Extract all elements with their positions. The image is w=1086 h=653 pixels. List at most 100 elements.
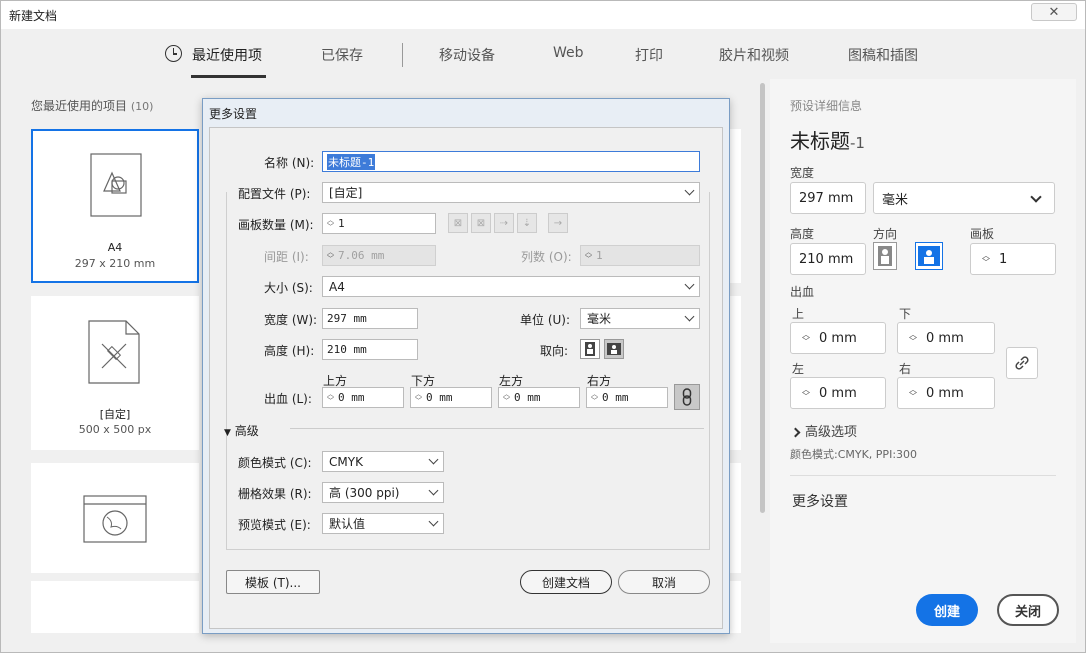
portrait-icon [878,246,892,266]
link-bleed-button[interactable] [674,384,700,410]
recent-item[interactable] [31,581,199,633]
width-field[interactable]: 297 mm [790,182,866,214]
dialog-body: 名称 (N): 未标题-1 配置文件 (P): [自定] 画板数量 (M): ︿… [209,127,723,629]
custom-document-icon [88,320,140,384]
stepper-icon[interactable]: ︿ ﹀ [799,382,813,404]
recent-count: (10) [130,100,154,113]
recent-items-scrollbar[interactable] [760,83,765,513]
bleed-right-input[interactable]: ︿ ﹀ 0 mm [586,387,668,408]
item-name: A4 [107,241,123,254]
template-button[interactable]: 模板 (T)... [226,570,320,594]
bleed-right-label: 右 [899,362,912,376]
name-label: 名称 (N): [264,156,315,170]
unit-select[interactable]: 毫米 [873,182,1055,214]
recent-item-web[interactable] [31,463,199,573]
cancel-button[interactable]: 取消 [618,570,710,594]
chevron-down-icon [428,485,439,496]
window-close-button[interactable]: ✕ [1031,3,1077,21]
size-label: 大小 (S): [264,281,313,295]
more-settings-link[interactable]: 更多设置 [792,491,848,511]
tab-saved[interactable]: 已保存 [321,45,363,65]
spacing-input: ︿ ﹀ 7.06 mm [322,245,436,266]
tab-film-video[interactable]: 胶片和视频 [719,45,789,65]
create-document-button[interactable]: 创建文档 [520,570,612,594]
item-name: [自定] [99,408,131,421]
raster-effects-select[interactable]: 高 (300 ppi) [322,482,444,503]
orientation-label: 取向: [540,344,569,358]
tab-recent[interactable]: 最近使用项 [192,45,262,65]
tab-mobile[interactable]: 移动设备 [439,45,495,65]
more-settings-dialog: 更多设置 名称 (N): 未标题-1 配置文件 (P): [自定] 画板数量 (… [202,98,730,634]
item-size: 500 x 500 px [78,423,152,436]
recent-item-a4[interactable]: A4 297 x 210 mm [31,129,199,283]
landscape-icon [918,246,940,266]
document-name[interactable]: 未标题-1 [790,125,865,154]
portrait-icon [585,342,595,356]
stepper-icon: ︿ ﹀ [327,247,334,263]
bleed-top-input[interactable]: ︿ ﹀ 0 mm [322,387,404,408]
window-title: 新建文档 [9,9,58,23]
height-label: 高度 (H): [264,344,315,358]
bleed-top-field[interactable]: ︿ ﹀ 0 mm [790,322,886,354]
title-bar: 新建文档 ✕ [1,1,1085,29]
section-separator [290,428,704,429]
tab-art-illustration[interactable]: 图稿和插图 [848,45,918,65]
bleed-left-input[interactable]: ︿ ﹀ 0 mm [498,387,580,408]
size-select[interactable]: A4 [322,276,700,297]
artboard-count-input[interactable]: ︿ ﹀ 1 [322,213,436,234]
color-mode-info: 颜色模式:CMYK, PPI:300 [790,448,918,461]
unit-label: 单位 (U): [520,313,571,327]
spacing-label: 间距 (I): [264,250,309,264]
portrait-button[interactable] [873,242,897,270]
recent-items-heading: 您最近使用的项目 (10) [31,99,154,113]
color-mode-select[interactable]: CMYK [322,451,444,472]
unit-select[interactable]: 毫米 [580,308,700,329]
bleed-bottom-input[interactable]: ︿ ﹀ 0 mm [410,387,492,408]
stepper-icon[interactable]: ︿ ﹀ [591,390,598,405]
artboard-count-field[interactable]: ︿ ﹀ 1 [970,243,1056,275]
stepper-icon[interactable]: ︿ ﹀ [503,390,510,405]
arrange-by-row-icon: ⇢ [494,213,514,233]
landscape-button[interactable] [915,242,943,270]
bleed-label: 出血 (L): [264,392,312,406]
recent-item-custom[interactable]: [自定] 500 x 500 px [31,296,199,450]
bleed-label: 出血 [790,285,815,299]
right-to-left-icon: → [548,213,568,233]
stepper-icon[interactable]: ︿ ﹀ [415,390,422,405]
stepper-icon[interactable]: ︿ ﹀ [327,216,334,231]
width-input[interactable]: 297 mm [322,308,418,329]
stepper-icon[interactable]: ︿ ﹀ [799,327,813,349]
tab-web[interactable]: Web [553,45,584,61]
orientation-label: 方向 [873,227,898,241]
stepper-icon[interactable]: ︿ ﹀ [906,382,920,404]
height-input[interactable]: 210 mm [322,339,418,360]
chain-link-icon [682,388,692,406]
advanced-options-toggle[interactable]: 高级选项 [790,421,857,440]
name-input[interactable]: 未标题-1 [322,151,700,172]
width-label: 宽度 (W): [264,313,318,327]
active-tab-indicator [191,75,266,78]
close-icon: ✕ [1048,4,1060,20]
preview-mode-select[interactable]: 默认值 [322,513,444,534]
columns-input: ︿ ﹀ 1 [580,245,700,266]
link-bleed-button[interactable] [1006,347,1038,379]
triangle-down-icon: ▼ [224,428,231,438]
bleed-bottom-label: 下 [899,307,912,321]
bleed-bottom-field[interactable]: ︿ ﹀ 0 mm [897,322,995,354]
advanced-section-toggle[interactable]: ▼ 高级 [224,422,259,439]
bleed-left-field[interactable]: ︿ ﹀ 0 mm [790,377,886,409]
portrait-button[interactable] [580,339,600,359]
close-button[interactable]: 关闭 [997,594,1059,626]
columns-label: 列数 (O): [521,250,572,264]
bleed-right-field[interactable]: ︿ ﹀ 0 mm [897,377,995,409]
link-icon [1015,356,1029,370]
height-field[interactable]: 210 mm [790,243,866,275]
stepper-icon[interactable]: ︿ ﹀ [327,390,334,405]
stepper-icon[interactable]: ︿ ﹀ [906,327,920,349]
grid-by-column-icon: ⊠ [471,213,491,233]
landscape-button[interactable] [604,339,624,359]
new-document-window: 新建文档 ✕ 最近使用项 已保存 移动设备 Web 打印 胶片和视频 图稿和插图… [0,0,1086,653]
create-button[interactable]: 创建 [916,594,978,626]
tab-print[interactable]: 打印 [635,45,663,65]
stepper-icon[interactable]: ︿ ﹀ [979,248,993,270]
